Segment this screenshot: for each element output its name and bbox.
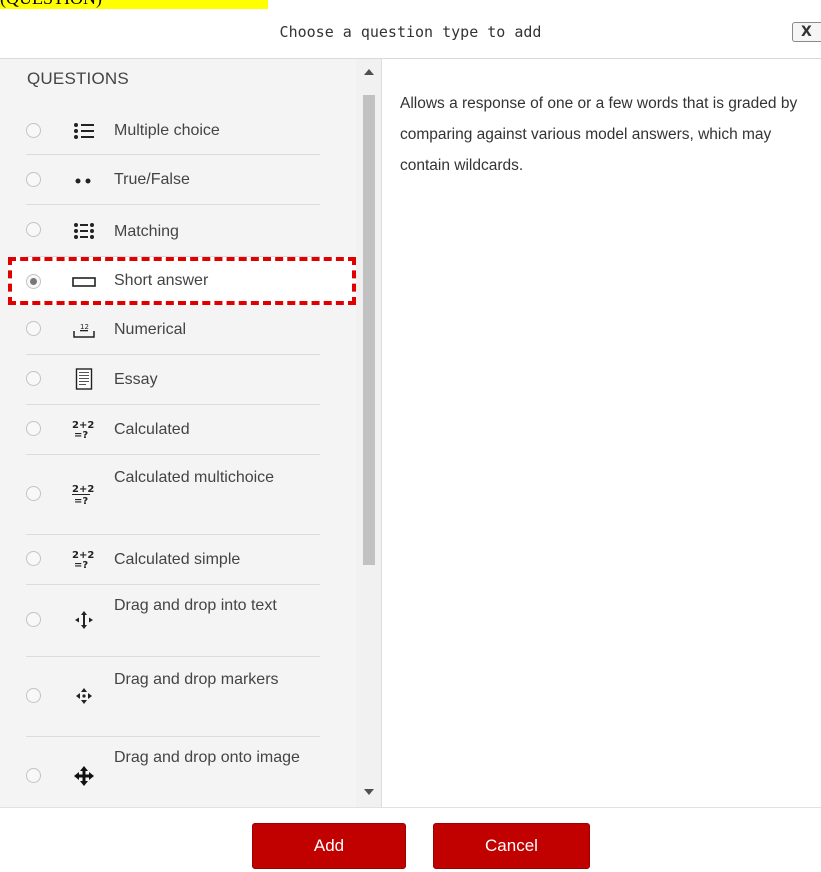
option-label: Drag and drop onto image (114, 749, 300, 766)
section-label-questions: QUESTIONS (27, 69, 129, 88)
option-ddimageortext[interactable]: Drag and drop onto image (26, 737, 320, 807)
numerical-icon: 12 (70, 318, 98, 342)
option-multiple-choice[interactable]: Multiple choice (26, 107, 320, 155)
option-label: True/False (114, 171, 190, 188)
option-label: Calculated multichoice (114, 469, 275, 486)
option-true-false[interactable]: True/False (26, 155, 320, 205)
scrollbar-thumb[interactable] (363, 95, 375, 565)
two-dots-icon (70, 168, 98, 192)
close-icon[interactable]: X (801, 24, 812, 40)
question-type-description: Allows a response of one or a few words … (400, 95, 798, 174)
radio-ddwtos[interactable] (26, 612, 41, 627)
option-calculated-multichoice[interactable]: 2+2 =? Calculated multichoice (26, 455, 320, 535)
highlighted-heading: (QUESTION) (0, 0, 268, 9)
radio-ddimageortext[interactable] (26, 768, 41, 783)
list-scrollbar[interactable] (356, 59, 381, 807)
option-label: Essay (114, 371, 158, 388)
option-label: Multiple choice (114, 122, 220, 139)
textbox-icon (70, 270, 98, 294)
document-icon (70, 367, 98, 391)
radio-numerical[interactable] (26, 321, 41, 336)
option-label: Drag and drop markers (114, 671, 279, 688)
radio-ddmarker[interactable] (26, 688, 41, 703)
move-bold-icon (70, 764, 98, 788)
formula-icon: 2+2 =? (70, 482, 98, 506)
option-short-answer[interactable]: Short answer (26, 261, 320, 305)
option-label: Matching (114, 223, 179, 240)
move-icon (70, 684, 98, 708)
svg-text:=?: =? (74, 496, 88, 505)
list-icon (70, 119, 98, 143)
option-ddmarker[interactable]: Drag and drop markers (26, 657, 320, 737)
option-calculated[interactable]: 2+2 =? Calculated (26, 405, 320, 455)
highlighted-heading-text: (QUESTION) (0, 0, 102, 9)
cancel-button[interactable]: Cancel (433, 823, 590, 869)
option-label: Calculated (114, 421, 190, 438)
radio-multiple-choice[interactable] (26, 123, 41, 138)
radio-essay[interactable] (26, 371, 41, 386)
radio-calculated-simple[interactable] (26, 551, 41, 566)
radio-matching[interactable] (26, 222, 41, 237)
radio-short-answer[interactable] (26, 274, 41, 289)
option-ddwtos[interactable]: Drag and drop into text (26, 585, 320, 657)
add-button[interactable]: Add (252, 823, 406, 869)
radio-true-false[interactable] (26, 172, 41, 187)
svg-text:12: 12 (80, 323, 89, 331)
svg-text:=?: =? (74, 560, 88, 570)
dialog-title: Choose a question type to add (279, 23, 542, 41)
radio-calculated-multichoice[interactable] (26, 486, 41, 501)
radio-calculated[interactable] (26, 421, 41, 436)
dialog-footer: Add Cancel (0, 807, 821, 872)
option-label: Numerical (114, 321, 187, 338)
formula-icon: 2+2 =? (70, 417, 98, 441)
option-numerical[interactable]: 12 Numerical (26, 305, 320, 355)
option-label: Calculated simple (114, 551, 241, 568)
close-button[interactable]: X (792, 22, 821, 42)
option-label: Short answer (114, 272, 209, 289)
option-label: Drag and drop into text (114, 597, 277, 614)
option-calculated-simple[interactable]: 2+2 =? Calculated simple (26, 535, 320, 585)
dialog-header: Choose a question type to add X (0, 9, 821, 59)
question-type-list: QUESTIONS Multiple choice True/False Mat… (0, 59, 382, 807)
move-icon (70, 608, 98, 632)
option-essay[interactable]: Essay (26, 355, 320, 405)
matching-icon (70, 219, 98, 243)
scroll-up-arrow-icon[interactable] (364, 69, 374, 75)
formula-icon: 2+2 =? (70, 547, 98, 571)
svg-text:=?: =? (74, 430, 88, 440)
option-matching[interactable]: Matching (26, 205, 320, 257)
svg-text:2+2: 2+2 (72, 484, 94, 495)
scroll-down-arrow-icon[interactable] (364, 789, 374, 795)
